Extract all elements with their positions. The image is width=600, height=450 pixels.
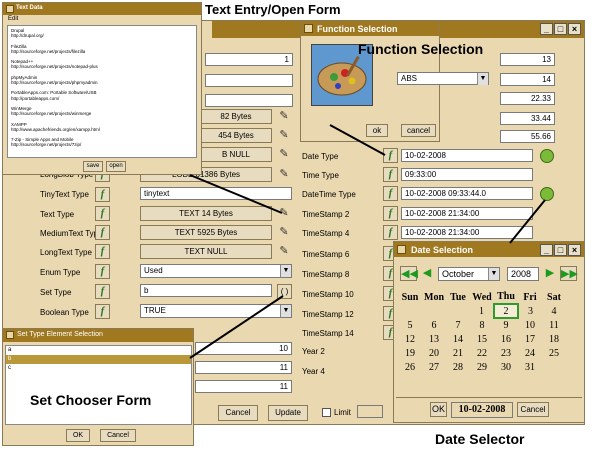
arrow-date <box>509 199 546 244</box>
arrow-set-chooser <box>189 295 284 359</box>
arrow-text-entry <box>189 174 283 214</box>
annotation-arrows <box>189 124 546 359</box>
arrow-function <box>329 124 386 156</box>
